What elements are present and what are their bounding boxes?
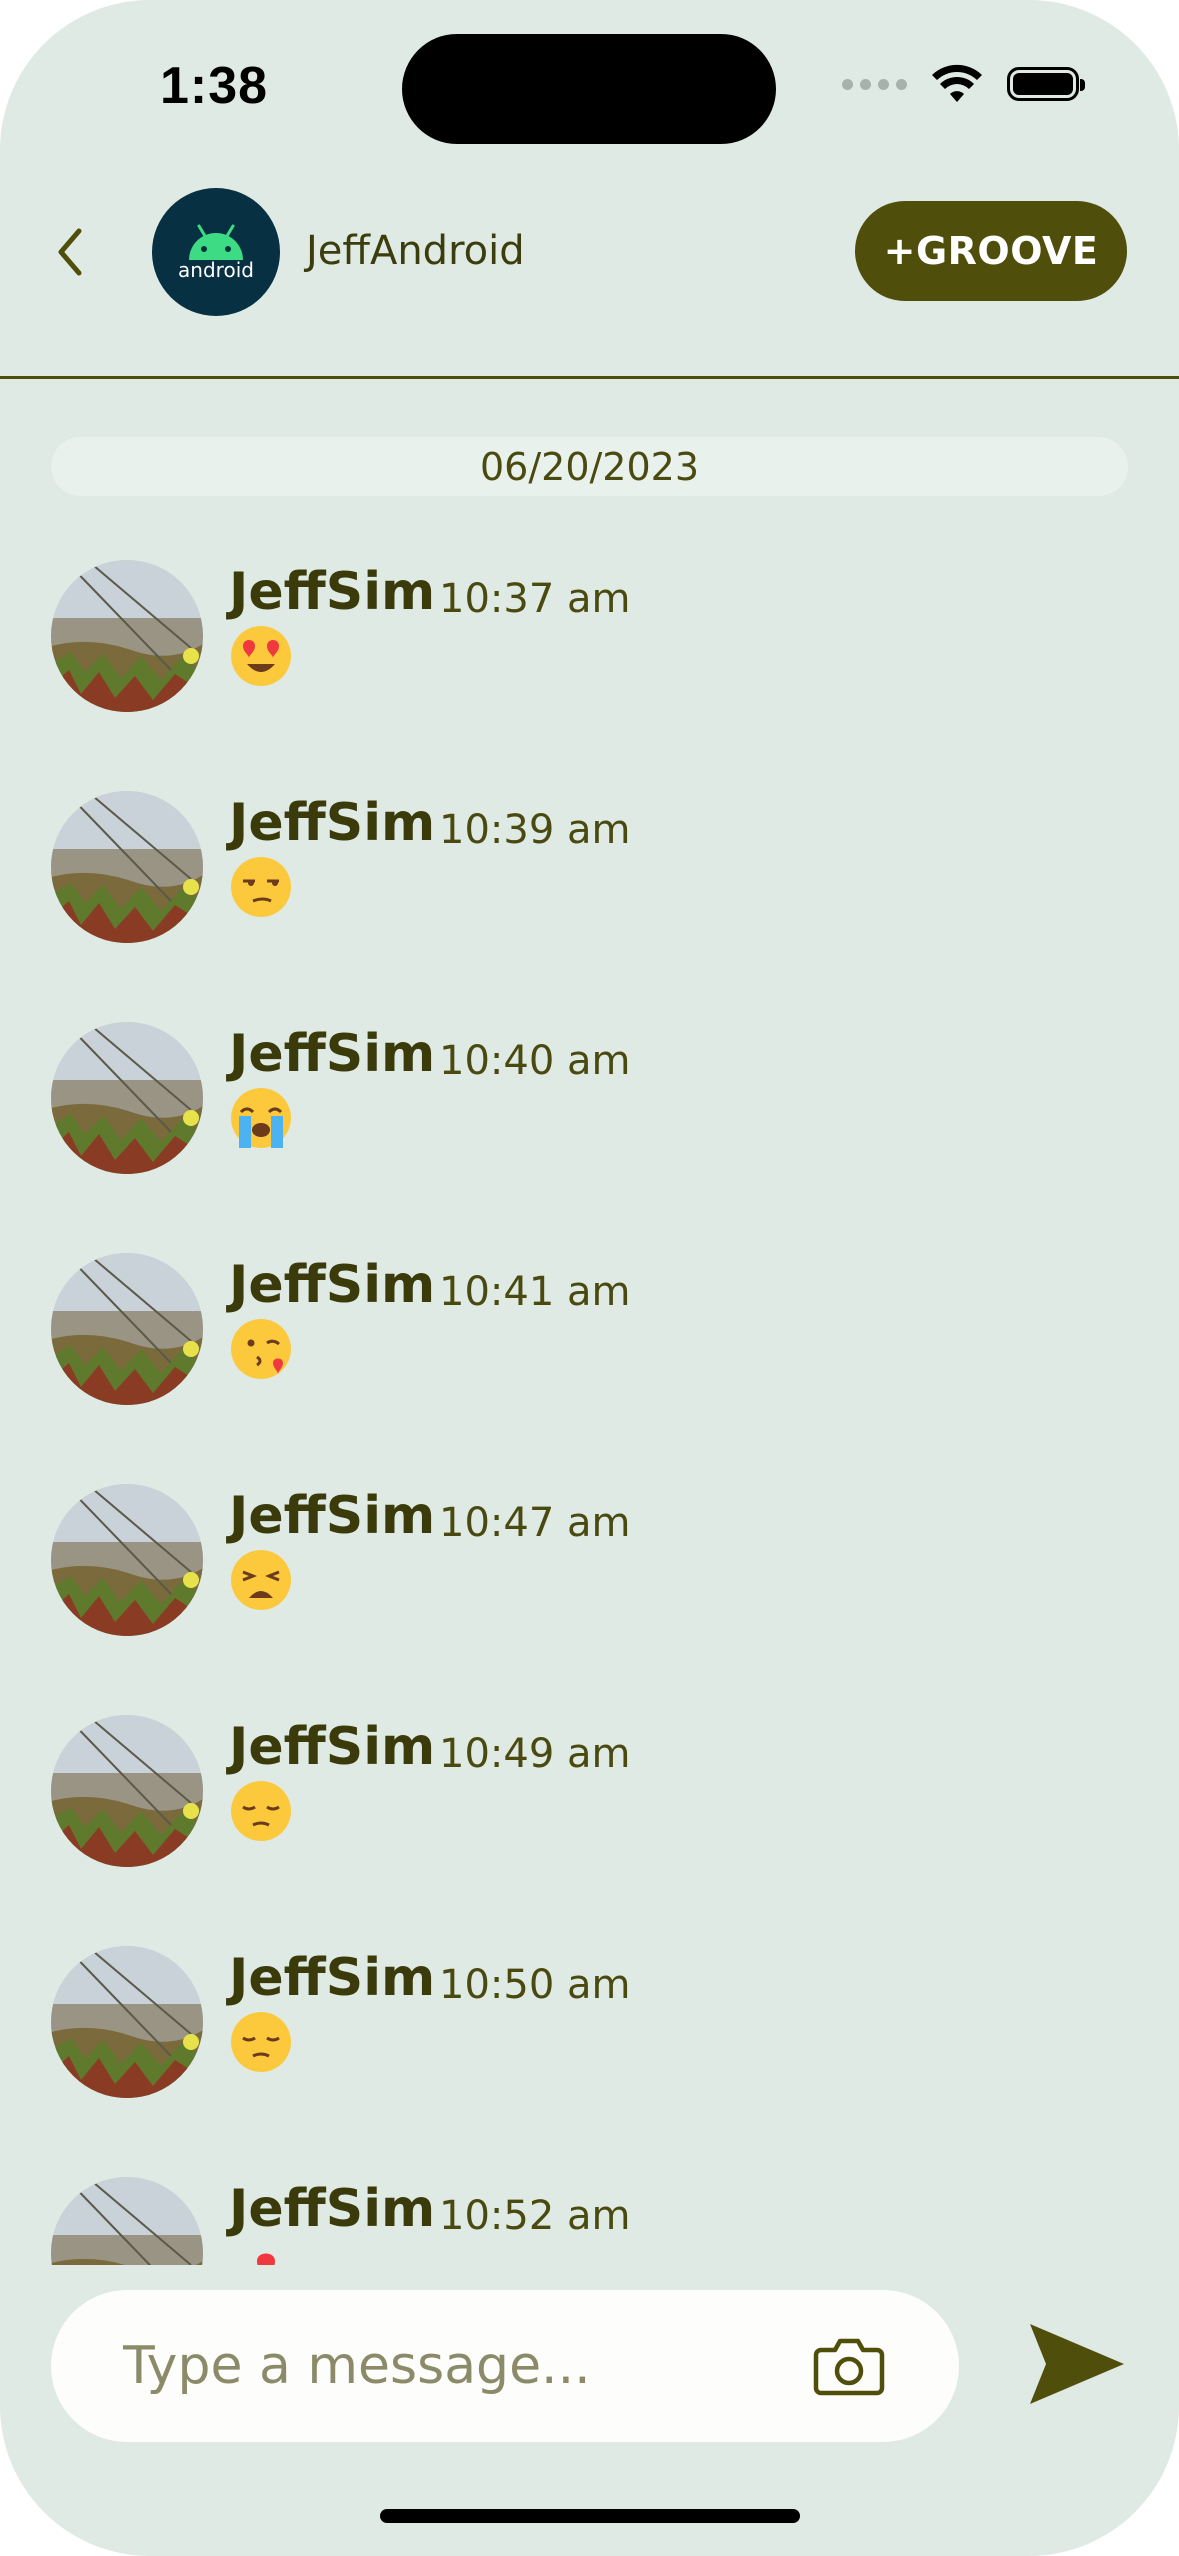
landscape-photo-icon [51, 560, 203, 712]
battery-icon [1007, 67, 1085, 101]
sender-avatar[interactable] [51, 1022, 203, 1174]
message-time: 10:40 am [439, 1038, 631, 1084]
message-item[interactable]: JeffSim 10:47 am [0, 1444, 1179, 1644]
sender-name: JeffSim [229, 1486, 436, 1546]
landscape-photo-icon [51, 1253, 203, 1405]
loudly-crying-face-icon [229, 1086, 293, 1150]
message-time: 10:52 am [439, 2193, 631, 2239]
sender-name: JeffSim [229, 1717, 436, 1777]
avatar-label: android [178, 258, 254, 282]
message-item[interactable]: JeffSim 10:41 am [0, 1213, 1179, 1413]
landscape-photo-icon [51, 1715, 203, 1867]
sender-avatar[interactable] [51, 2177, 203, 2265]
sender-avatar[interactable] [51, 1715, 203, 1867]
camera-icon [813, 2338, 885, 2396]
status-icons [842, 64, 1085, 104]
weary-face-icon [229, 1548, 293, 1612]
sender-name: JeffSim [229, 793, 436, 853]
pensive-face-icon [229, 1779, 293, 1843]
landscape-photo-icon [51, 1484, 203, 1636]
message-item[interactable]: JeffSim 10:52 am [0, 2137, 1179, 2265]
face-blowing-a-kiss-icon [229, 1317, 293, 1381]
message-item[interactable]: JeffSim 10:40 am [0, 982, 1179, 1182]
sender-name: JeffSim [229, 1024, 436, 1084]
sender-name: JeffSim [229, 2179, 436, 2239]
contact-name[interactable]: JeffAndroid [306, 228, 525, 274]
sender-avatar[interactable] [51, 560, 203, 712]
landscape-photo-icon [51, 1022, 203, 1174]
message-item[interactable]: JeffSim 10:37 am [0, 520, 1179, 720]
header-divider [0, 376, 1179, 379]
unamused-face-icon [229, 855, 293, 919]
pensive-face-icon [229, 2010, 293, 2074]
sender-avatar[interactable] [51, 791, 203, 943]
sender-name: JeffSim [229, 1255, 436, 1315]
sender-avatar[interactable] [51, 1484, 203, 1636]
message-time: 10:47 am [439, 1500, 631, 1546]
send-button[interactable] [1024, 2316, 1130, 2412]
message-time: 10:49 am [439, 1731, 631, 1777]
message-time: 10:37 am [439, 576, 631, 622]
chat-header: android JeffAndroid +GROOVE [0, 180, 1179, 376]
cellular-signal-icon [842, 78, 907, 90]
sender-avatar[interactable] [51, 1946, 203, 2098]
contact-avatar[interactable]: android [152, 188, 280, 316]
message-item[interactable]: JeffSim 10:39 am [0, 751, 1179, 951]
groove-button[interactable]: +GROOVE [855, 201, 1127, 301]
landscape-photo-icon [51, 791, 203, 943]
status-time: 1:38 [160, 57, 269, 115]
camera-button[interactable] [809, 2326, 889, 2406]
back-button[interactable] [48, 220, 92, 284]
chevron-left-icon [58, 228, 82, 276]
message-list[interactable]: JeffSim 10:37 am JeffSim 10:39 am JeffSim 10:… [0, 520, 1179, 2265]
sender-name: JeffSim [229, 1948, 436, 2008]
message-item[interactable]: JeffSim 10:49 am [0, 1675, 1179, 1875]
landscape-photo-icon [51, 1946, 203, 2098]
two-hearts-icon [229, 2241, 293, 2265]
dynamic-island [402, 34, 776, 144]
smiling-face-with-heart-eyes-icon [229, 624, 293, 688]
android-robot-icon [189, 224, 243, 260]
message-composer [51, 2290, 959, 2442]
send-icon [1030, 2324, 1124, 2404]
sender-avatar[interactable] [51, 1253, 203, 1405]
landscape-photo-icon [51, 2177, 203, 2265]
message-time: 10:41 am [439, 1269, 631, 1315]
wifi-icon [932, 64, 982, 102]
message-time: 10:50 am [439, 1962, 631, 2008]
chat-screen: 1:38 android JeffAndroid +GROOVE 06/20/2… [0, 0, 1179, 2556]
message-time: 10:39 am [439, 807, 631, 853]
date-separator: 06/20/2023 [51, 437, 1128, 496]
message-input[interactable] [123, 2290, 823, 2442]
home-indicator [380, 2509, 800, 2523]
sender-name: JeffSim [229, 562, 436, 622]
message-item[interactable]: JeffSim 10:50 am [0, 1906, 1179, 2106]
